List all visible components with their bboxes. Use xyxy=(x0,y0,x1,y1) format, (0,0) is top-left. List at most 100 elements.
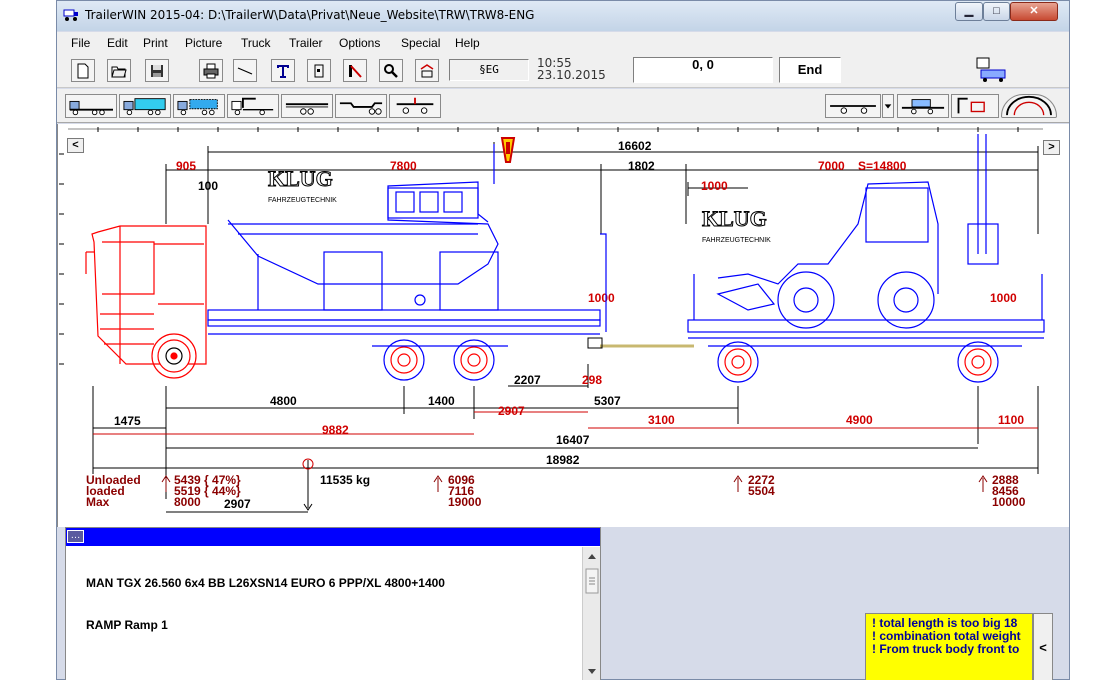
panel-header xyxy=(66,528,600,546)
dim-coupling-y: 298 xyxy=(582,373,602,387)
menu-options[interactable]: Options xyxy=(339,36,380,50)
dim-ramp-height-right: 1000 xyxy=(990,291,1017,305)
container-trailer-icon[interactable] xyxy=(173,94,225,118)
dim-trailer-offset: 1000 xyxy=(701,179,728,193)
svg-text:KLUG: KLUG xyxy=(702,206,767,231)
window-title: TrailerWIN 2015-04: D:\TrailerW\Data\Pri… xyxy=(85,8,535,22)
cg-distance: 2907 xyxy=(224,497,251,511)
tandem-trailer-icon[interactable] xyxy=(281,94,333,118)
rear-axle-max: 19000 xyxy=(448,495,482,509)
maximize-button[interactable]: □ xyxy=(983,2,1010,21)
scroll-left-button[interactable]: < xyxy=(67,138,84,153)
menu-print[interactable]: Print xyxy=(143,36,168,50)
menu-help[interactable]: Help xyxy=(455,36,480,50)
front-axle-max: 8000 xyxy=(174,495,201,509)
panel-scrollbar[interactable] xyxy=(582,547,600,680)
menu-picture[interactable]: Picture xyxy=(185,36,222,50)
menu-truck[interactable]: Truck xyxy=(241,36,271,50)
dim-axle-span: 16407 xyxy=(556,433,590,447)
datetime-display: 10:55 23.10.2015 xyxy=(537,57,606,81)
trailer-select-icon[interactable] xyxy=(825,94,881,118)
dolly-icon[interactable] xyxy=(389,94,441,118)
dim-coupling-gap: 1802 xyxy=(628,159,655,173)
title-bar[interactable]: TrailerWIN 2015-04: D:\TrailerW\Data\Pri… xyxy=(57,1,1069,31)
dim-trailer-wheelbase: 4900 xyxy=(846,413,873,427)
truck-trailer-icon[interactable] xyxy=(975,56,1011,84)
warning-marker-icon[interactable] xyxy=(493,137,516,163)
description-panel[interactable]: … MAN TGX 26.560 6x4 BB L26XSN14 EURO 6 … xyxy=(65,527,601,680)
main-window: TrailerWIN 2015-04: D:\TrailerW\Data\Pri… xyxy=(56,0,1070,680)
panel-menu-icon[interactable]: … xyxy=(67,530,84,543)
crane-truck-icon[interactable] xyxy=(227,94,279,118)
zoom-icon[interactable] xyxy=(379,59,403,82)
menu-edit[interactable]: Edit xyxy=(107,36,128,50)
cg-weight: 11535 kg xyxy=(320,473,370,487)
lowbed-trailer-icon[interactable] xyxy=(335,94,387,118)
load-trailer-icon[interactable] xyxy=(897,94,949,118)
dim-ramp-height-left: 1000 xyxy=(588,291,615,305)
menu-file[interactable]: File xyxy=(71,36,90,50)
vehicle-drawing[interactable]: 16602 905 100 7800 1802 7000 S=14800 100… xyxy=(57,124,1069,527)
truck-description: MAN TGX 26.560 6x4 BB L26XSN14 EURO 6 PP… xyxy=(86,576,445,590)
line-tool-icon[interactable] xyxy=(233,59,257,82)
scroll-right-button[interactable]: > xyxy=(1043,140,1060,155)
flatbed-trailer-icon[interactable] xyxy=(65,94,117,118)
print-icon[interactable] xyxy=(199,59,223,82)
open-folder-icon[interactable] xyxy=(107,59,131,82)
warning-line-2: ! combination total weight xyxy=(872,629,1021,643)
box-trailer-icon[interactable] xyxy=(119,94,171,118)
svg-text:KLUG: KLUG xyxy=(268,166,333,191)
warnings-toggle-button[interactable]: < xyxy=(1033,613,1053,680)
klug-logo-left: KLUG FAHRZEUGTECHNIK xyxy=(268,166,338,205)
app-icon xyxy=(63,9,78,21)
dim-total: 16602 xyxy=(618,139,652,153)
dimension-tool-icon[interactable] xyxy=(343,59,367,82)
menu-special[interactable]: Special xyxy=(401,36,440,50)
frame-tool-icon[interactable] xyxy=(307,59,331,82)
dim-trailer-body: 7000 xyxy=(818,159,845,173)
load-label-max: Max xyxy=(86,495,110,509)
menu-bar: File Edit Print Picture Truck Trailer Op… xyxy=(57,32,1069,54)
top-ruler xyxy=(68,127,1043,132)
dim-drawbar: 5307 xyxy=(594,394,621,408)
save-icon[interactable] xyxy=(145,59,169,82)
end-button[interactable]: End xyxy=(779,57,841,83)
dim-tandem: 1400 xyxy=(428,394,455,408)
turning-circle-icon[interactable] xyxy=(1001,94,1057,118)
warnings-panel: ! total length is too big 18 ! combinati… xyxy=(865,613,1033,680)
dim-coupling-x: 2207 xyxy=(514,373,541,387)
drawbar xyxy=(587,337,694,349)
date-text: 23.10.2015 xyxy=(537,68,606,82)
dim-front-overhang: 1475 xyxy=(114,414,141,428)
drawing-canvas[interactable]: 16602 905 100 7800 1802 7000 S=14800 100… xyxy=(58,124,1070,527)
dim-overall: 18982 xyxy=(546,453,580,467)
minimize-button[interactable]: ▁ xyxy=(955,2,983,21)
seg-field[interactable]: §EG xyxy=(449,59,529,81)
text-tool-icon[interactable] xyxy=(271,59,295,82)
dim-overhang-front: 905 xyxy=(176,159,196,173)
menu-trailer[interactable]: Trailer xyxy=(289,36,323,50)
truck-drawing[interactable] xyxy=(85,225,207,379)
new-file-icon[interactable] xyxy=(71,59,95,82)
trailer-front-axle-loaded: 5504 xyxy=(748,484,775,498)
dim-trailer-rear: 1100 xyxy=(998,413,1024,427)
dim-body-length: 7800 xyxy=(390,159,417,173)
ramp-description: RAMP Ramp 1 xyxy=(86,618,168,632)
top-dimension-labels: 16602 905 100 7800 1802 7000 S=14800 100… xyxy=(176,139,1017,305)
close-button[interactable]: ✕ xyxy=(1010,2,1058,21)
svg-text:FAHRZEUGTECHNIK: FAHRZEUGTECHNIK xyxy=(268,197,337,204)
crane-load-icon[interactable] xyxy=(951,94,999,118)
dim-truck-length: 9882 xyxy=(322,423,349,437)
dim-total-body: S=14800 xyxy=(858,159,907,173)
klug-logo-right: KLUG FAHRZEUGTECHNIK xyxy=(702,206,772,245)
dim-trailer-front: 3100 xyxy=(648,413,675,427)
dropdown-icon[interactable] xyxy=(882,94,894,118)
coordinates-field: 0, 0 xyxy=(633,57,773,83)
warning-line-3: ! From truck body front to xyxy=(872,642,1020,656)
measure-icon[interactable] xyxy=(415,59,439,82)
left-ruler xyxy=(59,153,64,365)
axle-load-labels: Unloaded loaded Max 5439 { 47%} 5519 { 4… xyxy=(86,473,1026,511)
bottom-dimension-labels: 4800 1400 1475 2207 298 2907 5307 3100 4… xyxy=(114,373,1024,467)
dim-coupling-to-axle: 2907 xyxy=(498,404,525,418)
trailer-rear-axle-max: 10000 xyxy=(992,495,1026,509)
